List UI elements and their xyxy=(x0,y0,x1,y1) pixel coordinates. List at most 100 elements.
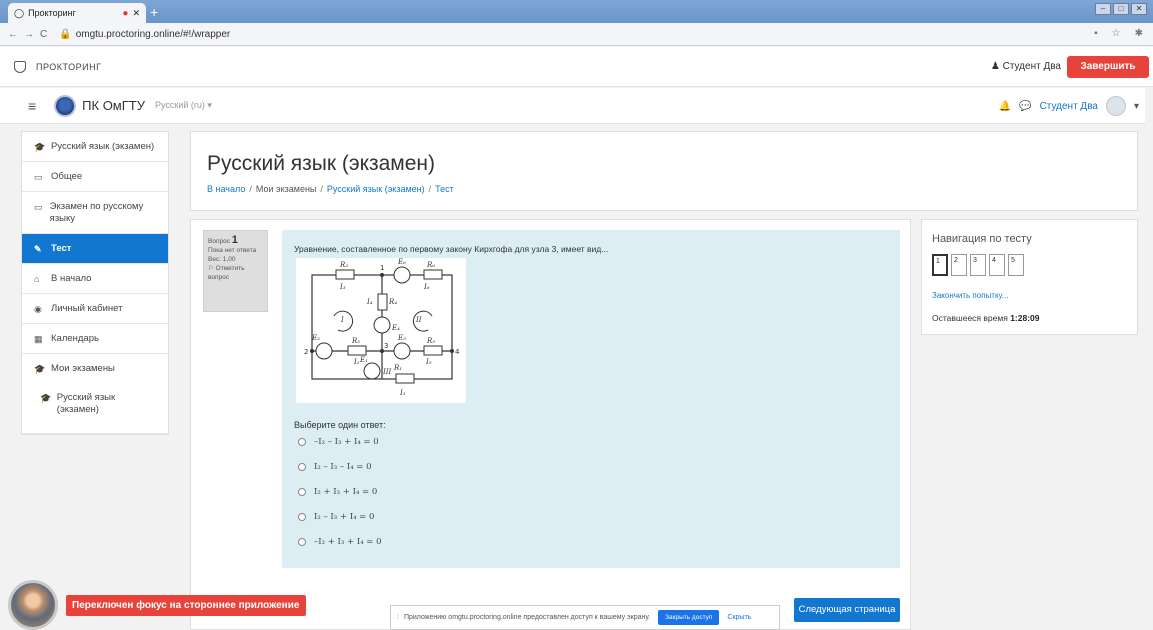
drag-handle-icon[interactable]: ⁞ xyxy=(397,614,399,621)
question-label: Вопрос xyxy=(208,238,230,245)
bell-icon[interactable]: 🔔 xyxy=(999,101,1011,112)
close-window-button[interactable]: ✕ xyxy=(1131,3,1147,15)
answer-option-1[interactable]: –I₂ – I₃ + I₄ = 0 xyxy=(298,437,379,447)
address-bar: ←→C 🔒 omgtu.proctoring.online/#!/wrapper … xyxy=(0,23,1153,46)
node-4: 4 xyxy=(455,348,460,356)
sidebar-item-label: Экзамен по русскому языку xyxy=(49,201,144,224)
answer-option-2[interactable]: I₂ – I₃ – I₄ = 0 xyxy=(298,462,372,472)
answer-option-3[interactable]: I₂ + I₃ + I₄ = 0 xyxy=(298,487,377,497)
answer-option-4[interactable]: I₂ – I₃ + I₄ = 0 xyxy=(298,512,374,522)
breadcrumb-course[interactable]: Русский язык (экзамен) xyxy=(327,184,425,194)
sidebar-item-course-sub[interactable]: 🎓 Русский язык (экзамен) xyxy=(22,383,168,424)
breadcrumb-test[interactable]: Тест xyxy=(435,184,454,194)
label-i1: I₁ xyxy=(399,389,406,397)
quiz-page-4[interactable]: 4 xyxy=(989,254,1005,276)
flag-question[interactable]: ⚐ Отметить вопрос xyxy=(208,264,263,282)
page-title: Русский язык (экзамен) xyxy=(207,152,436,175)
radio-button[interactable] xyxy=(298,463,306,471)
quiz-page-2[interactable]: 2 xyxy=(951,254,967,276)
chat-icon[interactable]: 💬 xyxy=(1019,101,1031,112)
sidebar-item-my-exams[interactable]: 🎓 Мои экзамены xyxy=(22,354,168,383)
sidebar-item-label: Личный кабинет xyxy=(51,303,123,314)
sidebar-item-calendar[interactable]: ▦ Календарь xyxy=(22,324,168,354)
avatar[interactable] xyxy=(1105,96,1126,116)
recording-icon: ● xyxy=(122,7,129,19)
calendar-icon: ▦ xyxy=(34,334,43,344)
dashboard-icon: ◉ xyxy=(34,304,42,314)
sidebar-item-label: Календарь xyxy=(51,333,99,344)
extensions-icon[interactable]: ✱ xyxy=(1135,28,1143,39)
answer-text: I₂ – I₃ – I₄ = 0 xyxy=(314,462,372,472)
sidebar-item-label: Тест xyxy=(51,243,72,254)
bookmark-star-icon[interactable]: ☆ xyxy=(1112,28,1121,39)
vertical-scrollbar[interactable] xyxy=(1145,88,1153,630)
breadcrumb: В начало / Мои экзамены / Русский язык (экза… xyxy=(207,184,454,194)
sidebar-item-dashboard[interactable]: ◉ Личный кабинет xyxy=(22,294,168,324)
browser-tab[interactable]: ◯ Прокторинг ● ✕ xyxy=(8,3,146,23)
question-text: Уравнение, составленное по первому закон… xyxy=(294,244,609,254)
folder-icon: ▭ xyxy=(34,202,43,212)
sidebar-item-exam-section[interactable]: ▭ Экзамен по русскому языку xyxy=(22,192,168,234)
quiz-page-5[interactable]: 5 xyxy=(1008,254,1024,276)
breadcrumb-my-exams[interactable]: Мои экзамены xyxy=(256,184,317,194)
quiz-page-1[interactable]: 1 xyxy=(932,254,948,276)
quiz-nav-pages: 1 2 3 4 5 xyxy=(932,254,1024,276)
resistor-r5 xyxy=(423,345,443,356)
language-selector[interactable]: Русский (ru) ▾ xyxy=(155,100,212,111)
question-info: Вопрос 1 Пока нет ответа Вес: 1,00 ⚐ Отм… xyxy=(203,230,268,312)
sidebar-item-home[interactable]: ⌂ В начало xyxy=(22,264,168,294)
sidebar-item-course[interactable]: 🎓 Русский язык (экзамен) xyxy=(22,132,168,162)
question-status: Пока нет ответа xyxy=(208,247,257,254)
node-2: 2 xyxy=(304,348,308,356)
label-e1: E₁ xyxy=(359,356,368,364)
url-field[interactable]: 🔒 omgtu.proctoring.online/#!/wrapper xyxy=(59,29,230,40)
quiz-page-3[interactable]: 3 xyxy=(970,254,986,276)
source-e5 xyxy=(393,342,411,360)
answer-text: I₂ – I₃ + I₄ = 0 xyxy=(314,512,375,522)
new-tab-button[interactable]: + xyxy=(150,4,158,20)
menu-toggle-icon[interactable]: ≡ xyxy=(28,98,36,114)
answer-option-5[interactable]: –I₂ + I₃ + I₄ = 0 xyxy=(298,537,382,547)
proctoring-bar: ПРОКТОРИНГ ♟ Студент Два Завершить xyxy=(0,47,1153,87)
stop-sharing-button[interactable]: Закрыть доступ xyxy=(658,610,720,625)
label-i5: I₅ xyxy=(425,358,432,366)
minimize-button[interactable]: – xyxy=(1095,3,1111,15)
sidebar-item-test[interactable]: ✎ Тест xyxy=(22,234,168,264)
circuit-diagram: R₃ E₆ R₆ I₃ I₆ I₄ R₄ E₄ I II III E₂ R₂ E… xyxy=(296,258,466,403)
sidebar-item-label: Русский язык (экзамен) xyxy=(51,141,155,152)
breadcrumb-home[interactable]: В начало xyxy=(207,184,245,194)
source-e1 xyxy=(363,362,381,380)
radio-button[interactable] xyxy=(298,513,306,521)
header-user-area: 🔔 💬 Студент Два ▾ xyxy=(999,96,1139,116)
hide-button[interactable]: Скрыть xyxy=(727,614,751,621)
label-loop-1: I xyxy=(340,316,344,324)
label-r3: R₃ xyxy=(339,261,348,269)
graduation-cap-icon: 🎓 xyxy=(34,364,46,374)
label-i3: I₃ xyxy=(339,283,346,291)
nav-buttons[interactable]: ←→C xyxy=(8,29,53,40)
finish-button[interactable]: Завершить xyxy=(1067,56,1149,78)
language-label: Русский (ru) xyxy=(155,100,205,110)
camera-icon[interactable]: ▪ xyxy=(1094,28,1098,39)
radio-button[interactable] xyxy=(298,488,306,496)
close-tab-icon[interactable]: ✕ xyxy=(132,8,140,19)
finish-attempt-link[interactable]: Закончить попытку... xyxy=(932,291,1008,300)
header-user-name[interactable]: Студент Два xyxy=(1040,101,1098,112)
site-logo[interactable] xyxy=(54,94,77,117)
question-region: Вопрос 1 Пока нет ответа Вес: 1,00 ⚐ Отм… xyxy=(190,219,911,630)
sidebar-item-general[interactable]: ▭ Общее xyxy=(22,162,168,192)
chevron-down-icon[interactable]: ▾ xyxy=(1134,101,1139,112)
radio-button[interactable] xyxy=(298,538,306,546)
radio-button[interactable] xyxy=(298,438,306,446)
site-name[interactable]: ПК ОмГТУ xyxy=(82,98,145,113)
maximize-button[interactable]: □ xyxy=(1113,3,1129,15)
next-page-button[interactable]: Следующая страница xyxy=(794,598,900,622)
answer-text: –I₂ – I₃ + I₄ = 0 xyxy=(314,437,379,447)
question-weight: Вес: 1,00 xyxy=(208,256,236,263)
source-e2 xyxy=(315,342,333,360)
quiz-icon: ✎ xyxy=(34,244,42,254)
resistor-r1 xyxy=(395,373,415,384)
source-e4 xyxy=(373,316,391,334)
label-r1: R₁ xyxy=(393,364,402,372)
label-loop-3: III xyxy=(382,368,392,376)
